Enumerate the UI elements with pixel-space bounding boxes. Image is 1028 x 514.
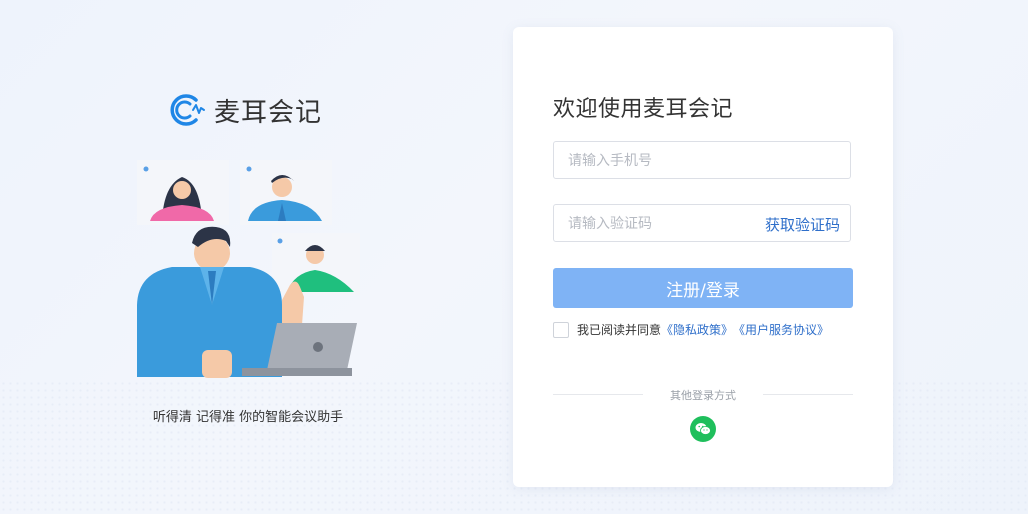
other-login-divider: 其他登录方式 (553, 387, 853, 402)
phone-input[interactable] (566, 142, 760, 180)
get-code-button[interactable]: 获取验证码 (765, 214, 840, 235)
video-meeting-illustration (137, 160, 360, 378)
verification-code-input[interactable] (566, 205, 760, 243)
agree-checkbox[interactable] (553, 321, 569, 338)
user-service-agreement-link[interactable]: 《用户服务协议》 (733, 321, 829, 338)
welcome-title: 欢迎使用麦耳会记 (553, 97, 734, 122)
app-name: 麦耳会记 (214, 97, 323, 128)
phone-field (553, 141, 851, 180)
agreement-row: 我已阅读并同意 《隐私政策》 《用户服务协议》 (553, 321, 829, 338)
wechat-icon (695, 423, 711, 435)
login-card: 欢迎使用麦耳会记 获取验证码 注册/登录 我已阅读并同意 《隐私政策》 《用户服… (513, 27, 893, 487)
privacy-policy-link[interactable]: 《隐私政策》 (661, 321, 733, 338)
divider-line-right (763, 394, 853, 395)
app-logo-icon (170, 94, 205, 126)
other-login-label: 其他登录方式 (670, 389, 736, 402)
register-login-button[interactable]: 注册/登录 (553, 268, 853, 308)
agree-text: 我已阅读并同意 (577, 323, 662, 337)
brand-header: 麦耳会记 (166, 90, 322, 130)
brand-tagline: 听得清 记得准 你的智能会议助手 (152, 410, 344, 425)
wechat-login-button[interactable] (690, 416, 716, 442)
verification-code-field: 获取验证码 (553, 204, 851, 243)
